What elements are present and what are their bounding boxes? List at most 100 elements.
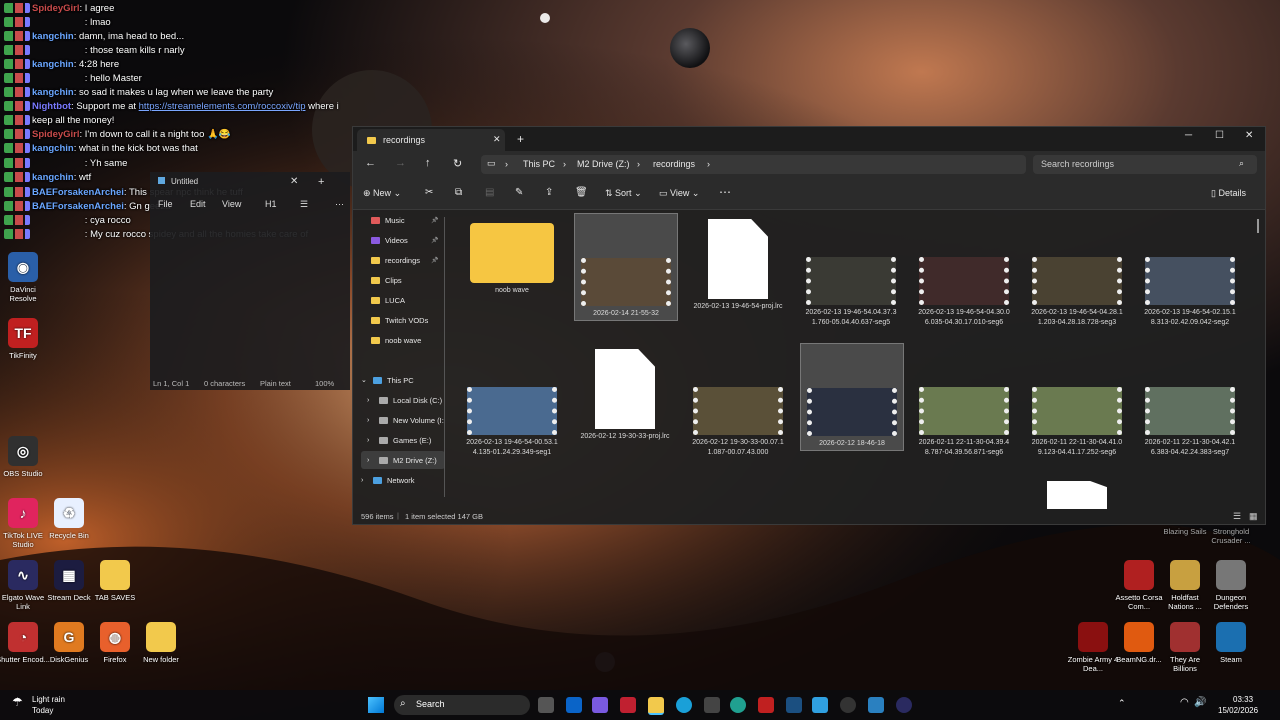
tikfinity-taskbar-icon[interactable] [758,697,774,713]
minimize-icon[interactable]: ─ [1185,130,1192,141]
scrollbar[interactable] [1257,219,1259,233]
outlook-icon[interactable] [566,697,582,713]
obs-taskbar-icon[interactable] [840,697,856,713]
browser-icon[interactable] [730,697,746,713]
more-icon[interactable]: ⋯ [335,199,344,210]
explorer-tab[interactable]: recordings ✕ [357,129,505,151]
cut-icon[interactable]: ✂ [425,187,433,198]
nav-quick-0[interactable]: Music 📌 [361,211,445,229]
notepad-window[interactable]: Untitled ✕ + File Edit View H1 ☰ ⋯ Ln 1,… [150,172,350,390]
notepad-taskbar-icon[interactable] [704,697,720,713]
paste-icon[interactable]: ▤ [485,187,494,198]
desktop-shortcut[interactable]: ◉ DaVinci Resolve [0,252,50,303]
desktop-shortcut[interactable]: Dungeon Defenders [1204,560,1258,611]
delete-icon[interactable]: 🗑 [575,187,588,198]
video-file-item[interactable]: 2026-02-12 18-46-18 [800,343,904,451]
desktop-shortcut[interactable]: TF TikFinity [0,318,50,360]
video-file-item[interactable]: 2026-02-13 19-46-54-04.28.11.203-04.28.1… [1026,213,1128,327]
close-tab-icon[interactable]: ✕ [493,134,501,145]
breadcrumb-recordings[interactable]: recordings [653,159,695,169]
close-icon[interactable]: ✕ [290,176,298,187]
desktop-shortcut[interactable]: Steam [1204,622,1258,664]
new-tab-icon[interactable]: + [318,176,324,188]
nav-drive-2[interactable]: › Games (E:) [361,431,445,449]
view-button[interactable]: ▭ View ⌄ [659,188,699,199]
expand-chevron-icon[interactable]: › [367,397,377,404]
desktop-shortcut[interactable]: New folder [134,622,188,664]
task-view-icon[interactable] [538,697,554,713]
wifi-icon[interactable]: ◠ [1180,697,1189,708]
share-icon[interactable]: ⇪ [545,187,553,198]
video-file-item[interactable]: 2026-02-13 19-46-54-04.30.06.035-04.30.1… [913,213,1015,327]
video-file-item[interactable]: 2026-02-12 19-30-33-00.07.11.087-00.07.4… [687,343,789,457]
tiles-view-icon[interactable]: ▦ [1249,511,1258,522]
app-icon[interactable] [592,697,608,713]
more-options-icon[interactable]: ⋯ [719,185,731,199]
nav-quick-3[interactable]: Clips [361,271,445,289]
nav-quick-4[interactable]: LUCA [361,291,445,309]
desktop-shortcut[interactable]: TAB SAVES [88,560,142,602]
nav-quick-5[interactable]: Twitch VODs [361,311,445,329]
nav-drive-3[interactable]: › M2 Drive (Z:) [361,451,445,469]
video-file-item[interactable]: 2026-02-11 22-11-30-04.39.48.787-04.39.5… [913,343,1015,457]
nav-quick-1[interactable]: Videos 📌 [361,231,445,249]
video-file-item[interactable]: 2026-02-14 21-55-32 [574,213,678,321]
video-file-item[interactable]: 2026-02-13 19-46-54.04.37.31.760-05.04.4… [800,213,902,327]
photos-icon[interactable] [868,697,884,713]
breadcrumb[interactable]: ▭ › This PC › M2 Drive (Z:) › recordings… [481,155,1026,174]
desktop-shortcut[interactable]: ♻ Recycle Bin [42,498,96,540]
file-explorer-taskbar-icon[interactable] [648,697,664,715]
heading-dropdown[interactable]: H1 [265,199,277,209]
menu-file[interactable]: File [158,199,173,209]
expand-chevron-icon[interactable]: › [361,477,371,484]
list-icon[interactable]: ☰ [300,199,308,210]
weather-label[interactable]: Light rain [32,695,65,704]
video-file-item[interactable]: 2026-02-11 22-11-30-04.41.09.123-04.41.1… [1026,343,1128,457]
video-file-item[interactable]: 2026-02-13 19-46-54-02.15.18.313-02.42.0… [1139,213,1241,327]
breadcrumb-this-pc[interactable]: This PC [523,159,555,169]
expand-chevron-icon[interactable]: › [367,437,377,444]
file-item[interactable]: 2026-02-13 19-46-54-proj.lrc [687,213,789,312]
nav-drive-0[interactable]: › Local Disk (C:) [361,391,445,409]
expand-chevron-icon[interactable]: › [367,417,377,424]
wave-link-taskbar-icon[interactable] [896,697,912,713]
breadcrumb-drive[interactable]: M2 Drive (Z:) [577,159,630,169]
nav-quick-2[interactable]: recordings 📌 [361,251,445,269]
file-explorer-window[interactable]: recordings ✕ + ─ ☐ ✕ ← → ↑ ↻ ▭ › This PC… [352,126,1266,525]
menu-view[interactable]: View [222,199,241,209]
edge-icon[interactable] [676,697,692,713]
new-button[interactable]: ⊕ New ⌄ [363,188,401,199]
expand-chevron-icon[interactable]: ⌄ [361,376,371,384]
back-icon[interactable]: ← [365,157,376,169]
clock-time[interactable]: 03:33 [1233,695,1253,704]
up-icon[interactable]: ↑ [425,157,431,169]
search-input[interactable]: Search recordings ⌕ [1033,155,1257,174]
vpn-icon[interactable] [620,697,636,713]
clock-date[interactable]: 15/02/2026 [1218,706,1258,715]
desktop-shortcut[interactable]: ◎ OBS Studio [0,436,50,478]
weather-icon[interactable]: ☂ [12,695,23,709]
nav-quick-6[interactable]: noob wave [361,331,445,349]
steam-taskbar-icon[interactable] [786,697,802,713]
window-close-icon[interactable]: ✕ [1245,130,1253,141]
chat-link[interactable]: https://streamelements.com/roccoxiv/tip [139,101,306,112]
file-item[interactable]: 2026-02-12 19-30-33-proj.lrc [574,343,676,442]
nav-network[interactable]: › Network [361,471,445,489]
video-file-item[interactable]: 2026-02-13 19-46-54-00.53.14.135-01.24.2… [461,343,563,457]
taskbar-search[interactable]: ⌕ Search [394,695,530,715]
desktop-shortcut[interactable]: Stronghold Crusader ... [1204,527,1258,545]
nav-this-pc[interactable]: ⌄ This PC [361,371,445,389]
maximize-icon[interactable]: ☐ [1215,130,1224,141]
refresh-icon[interactable]: ↻ [453,157,462,170]
details-view-icon[interactable]: ☰ [1233,511,1241,522]
notes-icon[interactable] [812,697,828,713]
details-button[interactable]: ▯ Details [1211,188,1246,199]
volume-icon[interactable]: 🔊 [1194,697,1206,708]
notepad-tab[interactable]: Untitled [158,177,198,186]
menu-edit[interactable]: Edit [190,199,206,209]
tray-chevron-icon[interactable]: ⌃ [1118,698,1126,709]
document-icon[interactable] [1047,481,1107,509]
nav-drive-1[interactable]: › New Volume (I: [361,411,445,429]
video-file-item[interactable]: 2026-02-11 22-11-30-04.42.16.383-04.42.2… [1139,343,1241,457]
folder-item[interactable]: noob wave [461,213,563,296]
